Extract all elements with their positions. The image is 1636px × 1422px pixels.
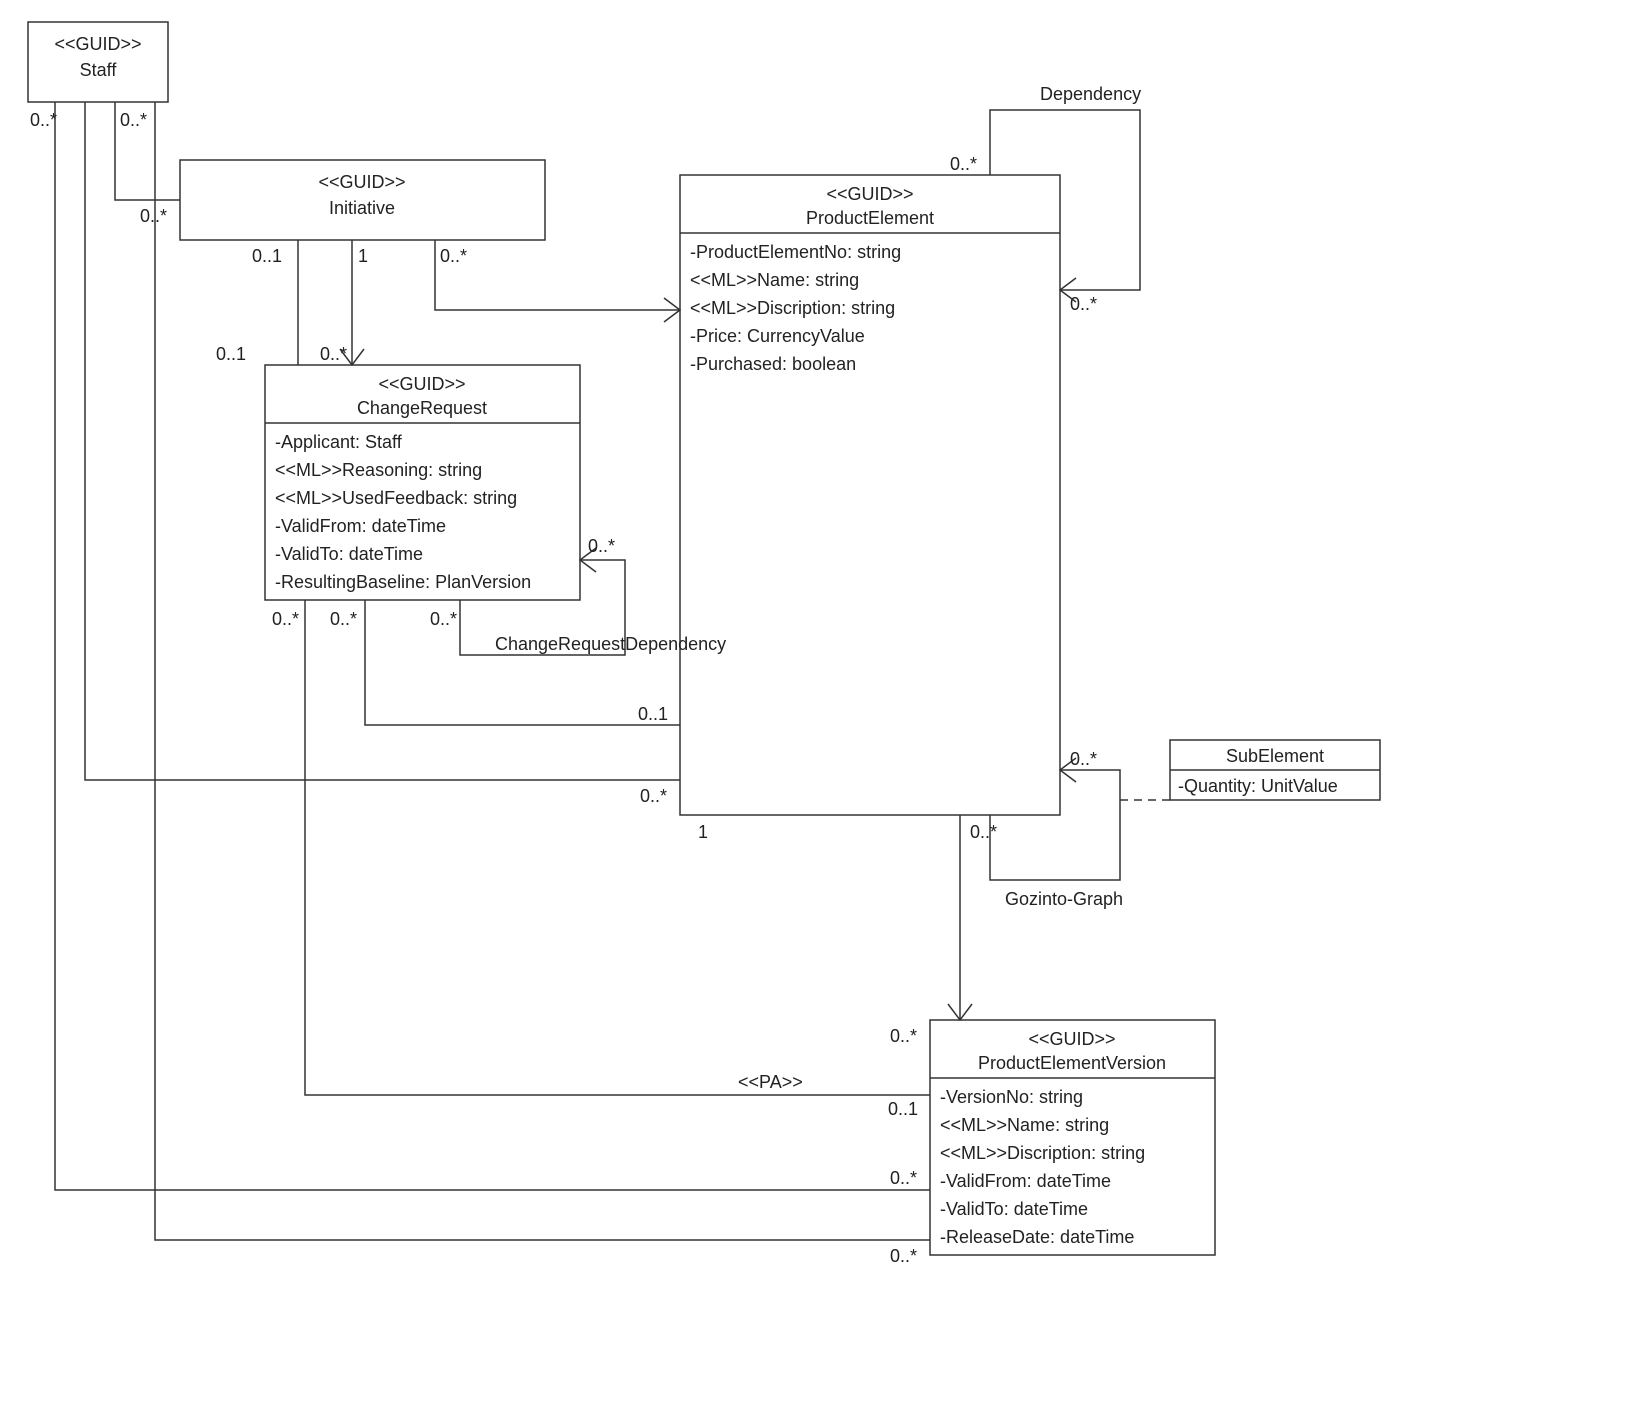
svg-text:<<ML>>Reasoning: string: <<ML>>Reasoning: string [275,460,482,480]
svg-text:<<ML>>Name: string: <<ML>>Name: string [940,1115,1109,1135]
svg-text:0..*: 0..* [890,1246,917,1266]
class-product-element-version: <<GUID>> ProductElementVersion -VersionN… [930,1020,1215,1255]
svg-text:0..1: 0..1 [638,704,668,724]
svg-text:0..1: 0..1 [252,246,282,266]
class-initiative: <<GUID>> Initiative [180,160,545,240]
svg-text:0..*: 0..* [30,110,57,130]
assoc-initiative-changerequest-2: 0..1 0..1 [216,240,298,365]
svg-text:0..*: 0..* [120,110,147,130]
svg-text:-ResultingBaseline: PlanVersio: -ResultingBaseline: PlanVersion [275,572,531,592]
class-staff: <<GUID>> Staff [28,22,168,102]
svg-text:0..*: 0..* [640,786,667,806]
svg-text:0..*: 0..* [950,154,977,174]
class-sub-element: SubElement -Quantity: UnitValue [1170,740,1380,800]
svg-text:0..*: 0..* [440,246,467,266]
svg-text:Initiative: Initiative [329,198,395,218]
svg-text:-ValidFrom: dateTime: -ValidFrom: dateTime [940,1171,1111,1191]
svg-text:-Purchased: boolean: -Purchased: boolean [690,354,856,374]
svg-text:ProductElement: ProductElement [806,208,934,228]
svg-text:-ReleaseDate: dateTime: -ReleaseDate: dateTime [940,1227,1134,1247]
svg-text:0..*: 0..* [330,609,357,629]
svg-text:Dependency: Dependency [1040,84,1141,104]
svg-text:<<GUID>>: <<GUID>> [826,184,913,204]
svg-text:-ValidFrom: dateTime: -ValidFrom: dateTime [275,516,446,536]
svg-text:ChangeRequest: ChangeRequest [357,398,487,418]
svg-text:-VersionNo: string: -VersionNo: string [940,1087,1083,1107]
svg-text:0..1: 0..1 [216,344,246,364]
svg-text:-Quantity: UnitValue: -Quantity: UnitValue [1178,776,1338,796]
assoc-initiative-productelement: 0..* [435,240,680,322]
uml-diagram: <<GUID>> Staff <<GUID>> Initiative <<GUI… [0,0,1636,1422]
svg-text:<<ML>>Name: string: <<ML>>Name: string [690,270,859,290]
svg-text:0..*: 0..* [970,822,997,842]
svg-text:<<GUID>>: <<GUID>> [1028,1029,1115,1049]
svg-text:0..*: 0..* [890,1026,917,1046]
assoc-initiative-changerequest: 1 0..* [320,240,368,365]
svg-text:<<ML>>Discription: string: <<ML>>Discription: string [690,298,895,318]
svg-text:-Price: CurrencyValue: -Price: CurrencyValue [690,326,865,346]
svg-text:0..*: 0..* [1070,294,1097,314]
svg-text:0..*: 0..* [588,536,615,556]
svg-text:-ProductElementNo: string: -ProductElementNo: string [690,242,901,262]
svg-text:0..*: 0..* [320,344,347,364]
svg-text:0..*: 0..* [140,206,167,226]
assoc-staff-initiative: 0..* 0..* [115,102,180,226]
assoc-pe-pev: 1 0..* [698,815,972,1046]
svg-text:-ValidTo: dateTime: -ValidTo: dateTime [275,544,423,564]
class-change-request: <<GUID>> ChangeRequest -Applicant: Staff… [265,365,580,600]
svg-text:<<GUID>>: <<GUID>> [318,172,405,192]
svg-text:Gozinto-Graph: Gozinto-Graph [1005,889,1123,909]
class-product-element: <<GUID>> ProductElement -ProductElementN… [680,175,1060,815]
svg-text:<<GUID>>: <<GUID>> [54,34,141,54]
svg-text:ChangeRequestDependency: ChangeRequestDependency [495,634,726,654]
assoc-cr-productelement: 0..* 0..1 [330,600,680,725]
svg-text:0..1: 0..1 [888,1099,918,1119]
svg-text:0..*: 0..* [890,1168,917,1188]
svg-text:SubElement: SubElement [1226,746,1324,766]
svg-text:-Applicant: Staff: -Applicant: Staff [275,432,403,452]
svg-text:0..*: 0..* [430,609,457,629]
svg-text:0..*: 0..* [1070,749,1097,769]
svg-text:<<GUID>>: <<GUID>> [378,374,465,394]
svg-text:1: 1 [358,246,368,266]
svg-text:Staff: Staff [80,60,118,80]
svg-text:ProductElementVersion: ProductElementVersion [978,1053,1166,1073]
svg-text:-ValidTo: dateTime: -ValidTo: dateTime [940,1199,1088,1219]
svg-text:1: 1 [698,822,708,842]
svg-text:<<PA>>: <<PA>> [738,1072,803,1092]
svg-text:<<ML>>Discription: string: <<ML>>Discription: string [940,1143,1145,1163]
svg-text:0..*: 0..* [272,609,299,629]
svg-text:<<ML>>UsedFeedback: string: <<ML>>UsedFeedback: string [275,488,517,508]
